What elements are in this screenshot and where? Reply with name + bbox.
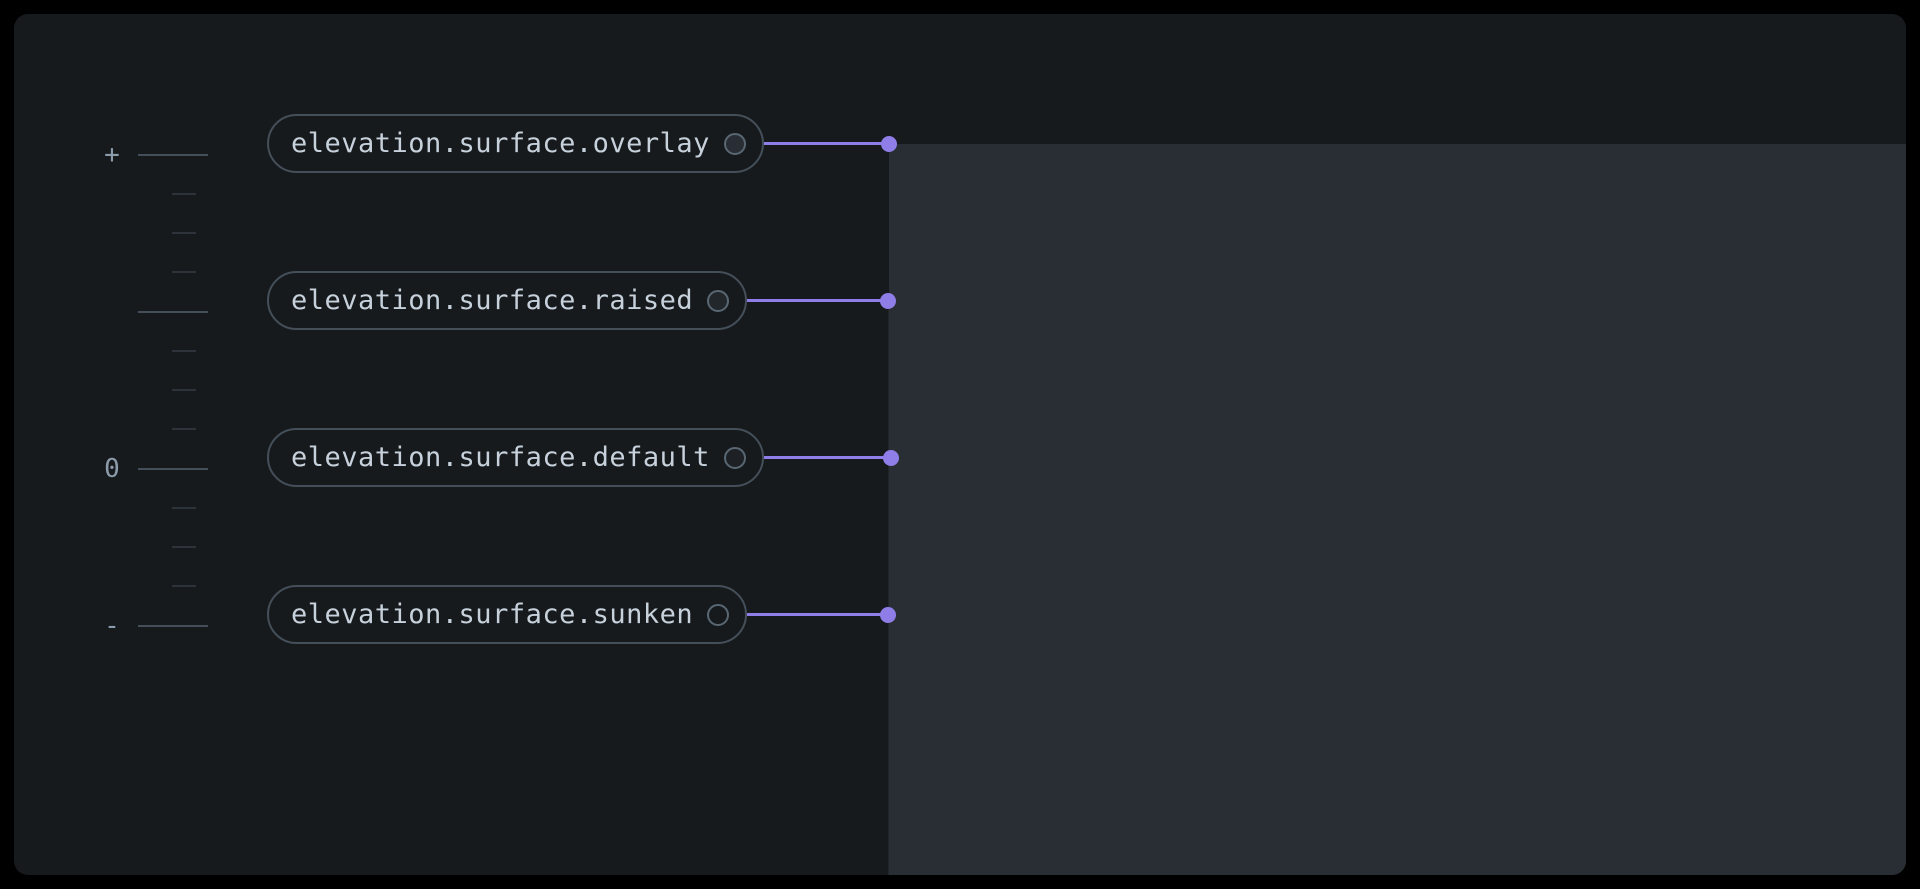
connector-line (747, 299, 881, 302)
token-name: elevation.surface.default (291, 442, 710, 473)
tick-minor (172, 271, 196, 273)
connector-line (747, 613, 881, 616)
scale-tick-minor: . (104, 338, 234, 364)
tick-minor (172, 507, 196, 509)
scale-tick-minor: . (104, 495, 234, 521)
scale-tick-minor: . (104, 534, 234, 560)
scale-label: + (104, 142, 120, 168)
scale-label: 0 (104, 456, 120, 482)
token-pill: elevation.surface.default (267, 428, 764, 487)
token-name: elevation.surface.sunken (291, 599, 693, 630)
connector (747, 607, 896, 623)
color-swatch (707, 604, 729, 626)
connector-line (764, 142, 882, 145)
canvas: +....... 0... - elevation.surface.overlay e… (14, 14, 1906, 875)
color-swatch (724, 447, 746, 469)
token-row: elevation.surface.sunken (267, 585, 896, 644)
connector-dot (880, 293, 896, 309)
surface-overlay (889, 144, 1906, 876)
tick-major (138, 154, 208, 156)
tick-minor (172, 193, 196, 195)
tick-minor (172, 585, 196, 587)
connector-dot (883, 450, 899, 466)
tick-minor (172, 350, 196, 352)
tick-minor (172, 546, 196, 548)
connector (764, 136, 897, 152)
tick-minor (172, 232, 196, 234)
token-pill: elevation.surface.sunken (267, 585, 747, 644)
token-row: elevation.surface.overlay (267, 114, 897, 173)
tick-major (138, 468, 208, 470)
scale-tick-minor: . (104, 181, 234, 207)
connector-dot (881, 136, 897, 152)
connector-dot (880, 607, 896, 623)
scale-tick-major: . (104, 299, 234, 325)
connector (764, 450, 899, 466)
scale-tick-major: 0 (104, 456, 234, 482)
scale-tick-minor: . (104, 220, 234, 246)
token-name: elevation.surface.raised (291, 285, 693, 316)
connector (747, 293, 896, 309)
color-swatch (724, 133, 746, 155)
color-swatch (707, 290, 729, 312)
tick-major (138, 311, 208, 313)
token-pill: elevation.surface.overlay (267, 114, 764, 173)
stage: +....... 0... - elevation.surface.overlay e… (0, 0, 1920, 889)
tick-minor (172, 389, 196, 391)
connector-line (764, 456, 884, 459)
scale-tick-major: + (104, 142, 234, 168)
token-row: elevation.surface.default (267, 428, 899, 487)
token-pill: elevation.surface.raised (267, 271, 747, 330)
token-name: elevation.surface.overlay (291, 128, 710, 159)
scale-tick-major: - (104, 613, 234, 639)
scale-tick-minor: . (104, 377, 234, 403)
scale-label: - (104, 613, 120, 639)
token-row: elevation.surface.raised (267, 271, 896, 330)
tick-major (138, 625, 208, 627)
scale-tick-minor: . (104, 416, 234, 442)
scale-tick-minor: . (104, 259, 234, 285)
scale-tick-minor: . (104, 573, 234, 599)
tick-minor (172, 428, 196, 430)
